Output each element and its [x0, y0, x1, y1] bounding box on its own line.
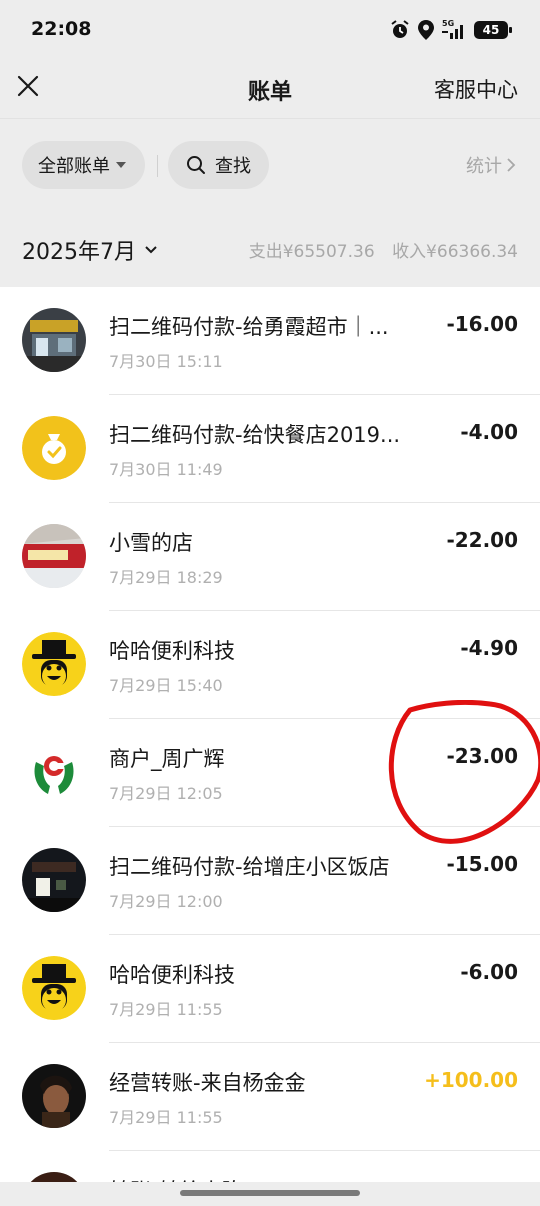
status-time: 22:08 — [31, 18, 92, 40]
transaction-time: 7月29日 12:00 — [109, 892, 223, 911]
search-label: 查找 — [215, 156, 251, 177]
list-item[interactable]: 经营转账-来自杨金金 7月29日 11:55 +100.00 — [0, 1043, 540, 1151]
transaction-amount: -23.00 — [446, 744, 518, 768]
month-selector[interactable]: 2025年7月 — [22, 234, 158, 266]
expense-total: 支出¥65507.36 — [248, 242, 375, 262]
home-area — [0, 1182, 540, 1206]
list-item[interactable]: 扫二维码付款-给增庄小区饭店 7月29日 12:00 -15.00 — [0, 827, 540, 935]
transaction-amount: -4.00 — [460, 420, 518, 444]
list-item[interactable]: 商户_周广辉 7月29日 12:05 -23.00 — [0, 719, 540, 827]
transaction-title: 哈哈便利科技 — [109, 639, 235, 663]
transaction-time: 7月29日 11:55 — [109, 1000, 223, 1019]
transaction-title: 商户_周广辉 — [109, 747, 225, 771]
hat-smiley-avatar — [22, 632, 86, 696]
search-button[interactable]: 查找 — [168, 141, 269, 189]
transaction-time: 7月30日 11:49 — [109, 460, 223, 479]
transaction-list: 扫二维码付款-给勇霞超市｜... 7月30日 15:11 -16.00 扫二维码… — [0, 287, 540, 1187]
transaction-title: 扫二维码付款-给勇霞超市｜... — [109, 315, 389, 339]
location-icon — [418, 20, 434, 40]
transaction-time: 7月29日 12:05 — [109, 784, 223, 803]
transaction-title: 扫二维码付款-给快餐店2019... — [109, 423, 401, 447]
transaction-title: 哈哈便利科技 — [109, 963, 235, 987]
battery-icon: 45 — [474, 21, 512, 39]
dropdown-triangle-icon — [116, 162, 126, 168]
transaction-time: 7月29日 18:29 — [109, 568, 223, 587]
all-bills-dropdown[interactable]: 全部账单 — [22, 141, 145, 189]
hat-smiley-avatar — [22, 956, 86, 1020]
list-item[interactable]: 小雪的店 7月29日 18:29 -22.00 — [0, 503, 540, 611]
portrait-avatar — [22, 1064, 86, 1128]
transaction-time: 7月30日 15:11 — [109, 352, 223, 371]
search-icon — [187, 156, 205, 174]
storefront-sign-avatar — [22, 524, 86, 588]
transaction-amount: -6.00 — [460, 960, 518, 984]
list-item[interactable]: 扫二维码付款-给快餐店2019... 7月30日 11:49 -4.00 — [0, 395, 540, 503]
store-photo-avatar — [22, 308, 86, 372]
transaction-time: 7月29日 15:40 — [109, 676, 223, 695]
bank-logo-avatar — [22, 740, 86, 804]
income-total: 收入¥66366.34 — [392, 242, 518, 262]
month-header: 2025年7月 支出¥65507.36 收入¥66366.34 — [0, 210, 540, 287]
status-bar: 22:08 5G 45 — [0, 0, 540, 60]
transaction-amount: -4.90 — [460, 636, 518, 660]
all-bills-label: 全部账单 — [38, 156, 110, 177]
money-bag-icon — [22, 416, 86, 480]
transaction-amount: -15.00 — [446, 852, 518, 876]
transaction-amount: +100.00 — [424, 1068, 518, 1092]
chevron-right-icon — [507, 158, 516, 172]
transaction-title: 小雪的店 — [109, 531, 193, 555]
transaction-amount: -16.00 — [446, 312, 518, 336]
transaction-title: 扫二维码付款-给增庄小区饭店 — [109, 855, 390, 879]
alarm-icon — [391, 20, 409, 38]
stats-link[interactable]: 统计 — [466, 152, 516, 178]
home-indicator[interactable] — [180, 1190, 360, 1196]
transaction-amount: -22.00 — [446, 528, 518, 552]
list-item[interactable]: 哈哈便利科技 7月29日 11:55 -6.00 — [0, 935, 540, 1043]
divider — [157, 155, 158, 177]
nav-bar: 账单 客服中心 — [0, 60, 540, 118]
transaction-title: 经营转账-来自杨金金 — [109, 1071, 306, 1095]
signal-icon: 5G — [442, 20, 466, 39]
month-summary: 支出¥65507.36 收入¥66366.34 — [249, 237, 518, 262]
status-icons: 5G 45 — [390, 20, 512, 40]
month-label: 2025年7月 — [22, 240, 136, 265]
list-item[interactable]: 扫二维码付款-给勇霞超市｜... 7月30日 15:11 -16.00 — [0, 287, 540, 395]
filter-bar: 全部账单 查找 统计 — [0, 118, 540, 210]
stats-label: 统计 — [466, 156, 502, 177]
list-item[interactable]: 哈哈便利科技 7月29日 15:40 -4.90 — [0, 611, 540, 719]
night-store-avatar — [22, 848, 86, 912]
customer-service-link[interactable]: 客服中心 — [434, 74, 518, 104]
chevron-down-icon — [145, 246, 157, 254]
transaction-time: 7月29日 11:55 — [109, 1108, 223, 1127]
